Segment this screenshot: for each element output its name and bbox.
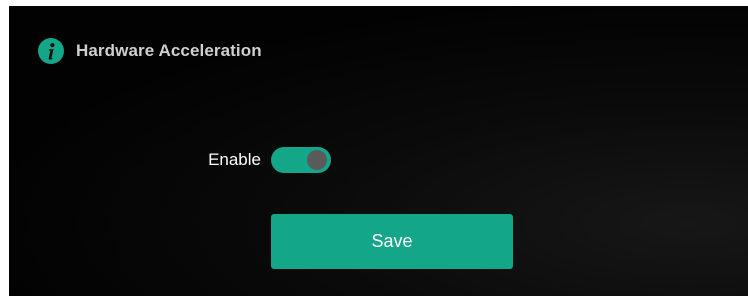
enable-toggle[interactable] [271,147,331,173]
toggle-knob [307,150,327,170]
enable-row: Enable [185,146,331,174]
settings-panel: Hardware Acceleration Enable Save [9,6,748,296]
section-title: Hardware Acceleration [76,41,262,60]
section-header: Hardware Acceleration [38,36,262,66]
info-icon [38,38,64,64]
save-button[interactable]: Save [271,214,513,269]
enable-label: Enable [208,150,261,169]
